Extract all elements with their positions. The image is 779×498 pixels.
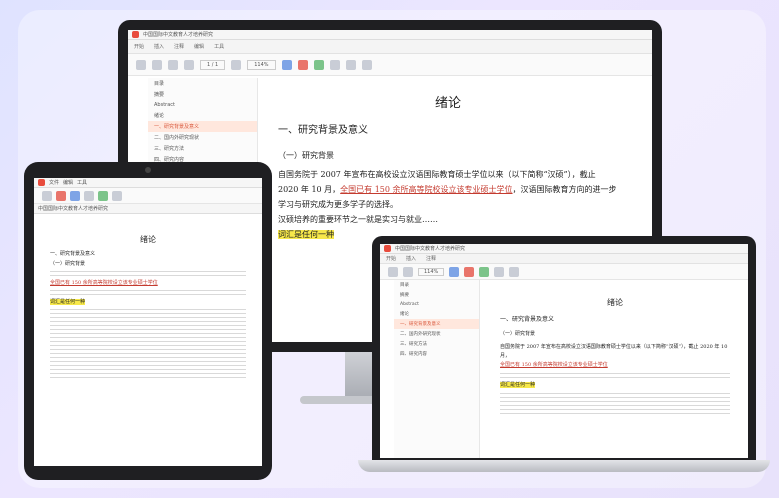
next-page-icon[interactable] xyxy=(231,59,242,70)
outline-item[interactable]: Abstract xyxy=(394,300,479,309)
note-icon[interactable] xyxy=(479,266,490,277)
outline-item[interactable]: 绪论 xyxy=(394,309,479,319)
tablet-menu-tools[interactable]: 工具 xyxy=(77,179,87,186)
save-icon[interactable] xyxy=(403,266,413,277)
laptop-zoom-field[interactable]: 114% xyxy=(418,267,445,276)
laptop-underlined: 全国已有 150 余所高等院校设立该专业硕士学位 xyxy=(500,362,608,368)
tablet-screen: 文件 编辑 工具 中国国际中文教育人才培养研究 绪论 一、研究背景及意义 （一）… xyxy=(34,178,262,466)
outline-item[interactable]: 三、研究方法 xyxy=(394,339,479,349)
monitor-document: 绪论 一、研究背景及意义 （一）研究背景 自国务院于 2007 年宣布在高校设立… xyxy=(278,92,618,242)
text-icon[interactable] xyxy=(56,190,66,201)
highlight-icon[interactable] xyxy=(70,190,80,201)
search-icon[interactable] xyxy=(112,190,122,201)
app-logo-icon xyxy=(132,31,139,38)
tablet-heading-2: （一）研究背景 xyxy=(50,261,86,267)
laptop-doc-title: 绪论 xyxy=(607,298,623,307)
doc-heading-1: 一、研究背景及意义 xyxy=(278,125,368,136)
outline-item-selected[interactable]: 一、研究背景及意义 xyxy=(148,121,257,132)
doc-heading-2: （一）研究背景 xyxy=(278,151,334,160)
monitor-titlebar: 中国国际中文教育人才培养研究 xyxy=(128,30,652,40)
laptop-base xyxy=(358,460,770,472)
app-logo-icon xyxy=(384,245,391,252)
text-icon[interactable] xyxy=(464,266,475,277)
zoom-icon[interactable] xyxy=(84,190,94,201)
tablet-menu-edit[interactable]: 编辑 xyxy=(63,179,73,186)
stamp-icon[interactable] xyxy=(345,59,356,70)
save-icon[interactable] xyxy=(152,59,162,70)
note-icon[interactable] xyxy=(98,190,108,201)
laptop-doc-tab[interactable]: 中国国际中文教育人才培养研究 xyxy=(395,245,465,252)
doc-para-2: 汉硕培养的重要环节之一就是实习与就业…… xyxy=(278,215,438,224)
tablet-toolbar xyxy=(34,188,262,204)
laptop-document: 绪论 一、研究背景及意义 （一）研究背景 自国务院于 2007 年宣布在高校设立… xyxy=(500,298,730,417)
menu-insert[interactable]: 插入 xyxy=(154,43,164,50)
outline-item[interactable]: 二、国内外研究现状 xyxy=(148,132,257,143)
menu-edit[interactable]: 编辑 xyxy=(194,43,204,50)
laptop-outline: 目录 摘要 Abstract 绪论 一、研究背景及意义 二、国内外研究现状 三、… xyxy=(394,280,480,458)
outline-item[interactable]: 二、国内外研究现状 xyxy=(394,329,479,339)
laptop-menu: 开始 插入 注释 xyxy=(380,254,748,264)
doc-para-1-underlined: 全国已有 150 余所高等院校设立该专业硕士学位 xyxy=(340,185,513,194)
outline-item[interactable]: 三、研究方法 xyxy=(148,143,257,154)
sign-icon[interactable] xyxy=(361,59,372,70)
shape-icon[interactable] xyxy=(329,59,340,70)
menu-annotate[interactable]: 注释 xyxy=(426,255,436,262)
outline-item[interactable]: 绪论 xyxy=(148,110,257,121)
tablet-titlebar: 文件 编辑 工具 xyxy=(34,178,262,188)
app-logo-icon xyxy=(38,179,45,186)
tablet-menu-file[interactable]: 文件 xyxy=(49,179,59,186)
tablet-highlight: 词汇是任何一种 xyxy=(50,299,86,305)
print-icon[interactable] xyxy=(168,59,178,70)
tablet-camera xyxy=(145,167,151,173)
text-icon[interactable] xyxy=(297,59,308,70)
laptop-heading-1: 一、研究背景及意义 xyxy=(500,316,555,323)
laptop-highlight: 词汇是任何一种 xyxy=(500,382,536,388)
monitor-zoom-field[interactable]: 114% xyxy=(247,59,276,70)
monitor-page-field[interactable]: 1 / 1 xyxy=(200,59,226,70)
tablet-underlined: 全国已有 150 余所高等院校设立该专业硕士学位 xyxy=(50,280,158,286)
tablet-document: 绪论 一、研究背景及意义 （一）研究背景 全国已有 150 余所高等院校设立该专… xyxy=(50,236,246,381)
outline-item[interactable]: 目录 xyxy=(394,280,479,290)
tablet-doc-tab[interactable]: 中国国际中文教育人才培养研究 xyxy=(34,204,262,214)
tablet-heading-1: 一、研究背景及意义 xyxy=(50,251,96,257)
outline-item[interactable]: 目录 xyxy=(148,78,257,89)
outline-item-selected[interactable]: 一、研究背景及意义 xyxy=(394,319,479,329)
open-icon[interactable] xyxy=(388,266,398,277)
outline-item[interactable]: 摘要 xyxy=(394,290,479,300)
menu-insert[interactable]: 插入 xyxy=(406,255,416,262)
prev-page-icon[interactable] xyxy=(184,59,194,70)
laptop-titlebar: 中国国际中文教育人才培养研究 xyxy=(380,244,748,254)
laptop-screen: 中国国际中文教育人才培养研究 开始 插入 注释 114% 目录 摘要 Abstr… xyxy=(380,244,748,458)
stamp-icon[interactable] xyxy=(509,266,520,277)
menu-home[interactable]: 开始 xyxy=(386,255,396,262)
monitor-toolbar: 1 / 1 114% xyxy=(128,54,652,76)
outline-item[interactable]: 摘要 xyxy=(148,89,257,100)
tablet-doc-title: 绪论 xyxy=(140,235,156,244)
highlight-icon[interactable] xyxy=(449,266,460,277)
note-icon[interactable] xyxy=(313,59,324,70)
open-icon[interactable] xyxy=(136,59,146,70)
highlight-icon[interactable] xyxy=(281,59,292,70)
laptop-para-1: 自国务院于 2007 年宣布在高校设立汉语国际教育硕士学位以来（以下简称“汉硕”… xyxy=(500,344,728,359)
tablet-doc-tab-label: 中国国际中文教育人才培养研究 xyxy=(38,206,109,212)
monitor-doc-tab[interactable]: 中国国际中文教育人才培养研究 xyxy=(143,31,213,38)
monitor-menu: 开始 插入 注释 编辑 工具 xyxy=(128,40,652,54)
home-icon[interactable] xyxy=(42,190,52,201)
outline-item[interactable]: 四、研究内容 xyxy=(394,349,479,359)
doc-highlight: 词汇是任何一种 xyxy=(278,230,334,239)
menu-home[interactable]: 开始 xyxy=(134,43,144,50)
laptop-toolbar: 114% xyxy=(380,264,748,280)
shape-icon[interactable] xyxy=(494,266,505,277)
outline-item[interactable]: Abstract xyxy=(148,100,257,110)
menu-tools[interactable]: 工具 xyxy=(214,43,224,50)
laptop-heading-2: （一）研究背景 xyxy=(500,331,536,337)
menu-annotate[interactable]: 注释 xyxy=(174,43,184,50)
doc-title: 绪论 xyxy=(434,96,461,111)
